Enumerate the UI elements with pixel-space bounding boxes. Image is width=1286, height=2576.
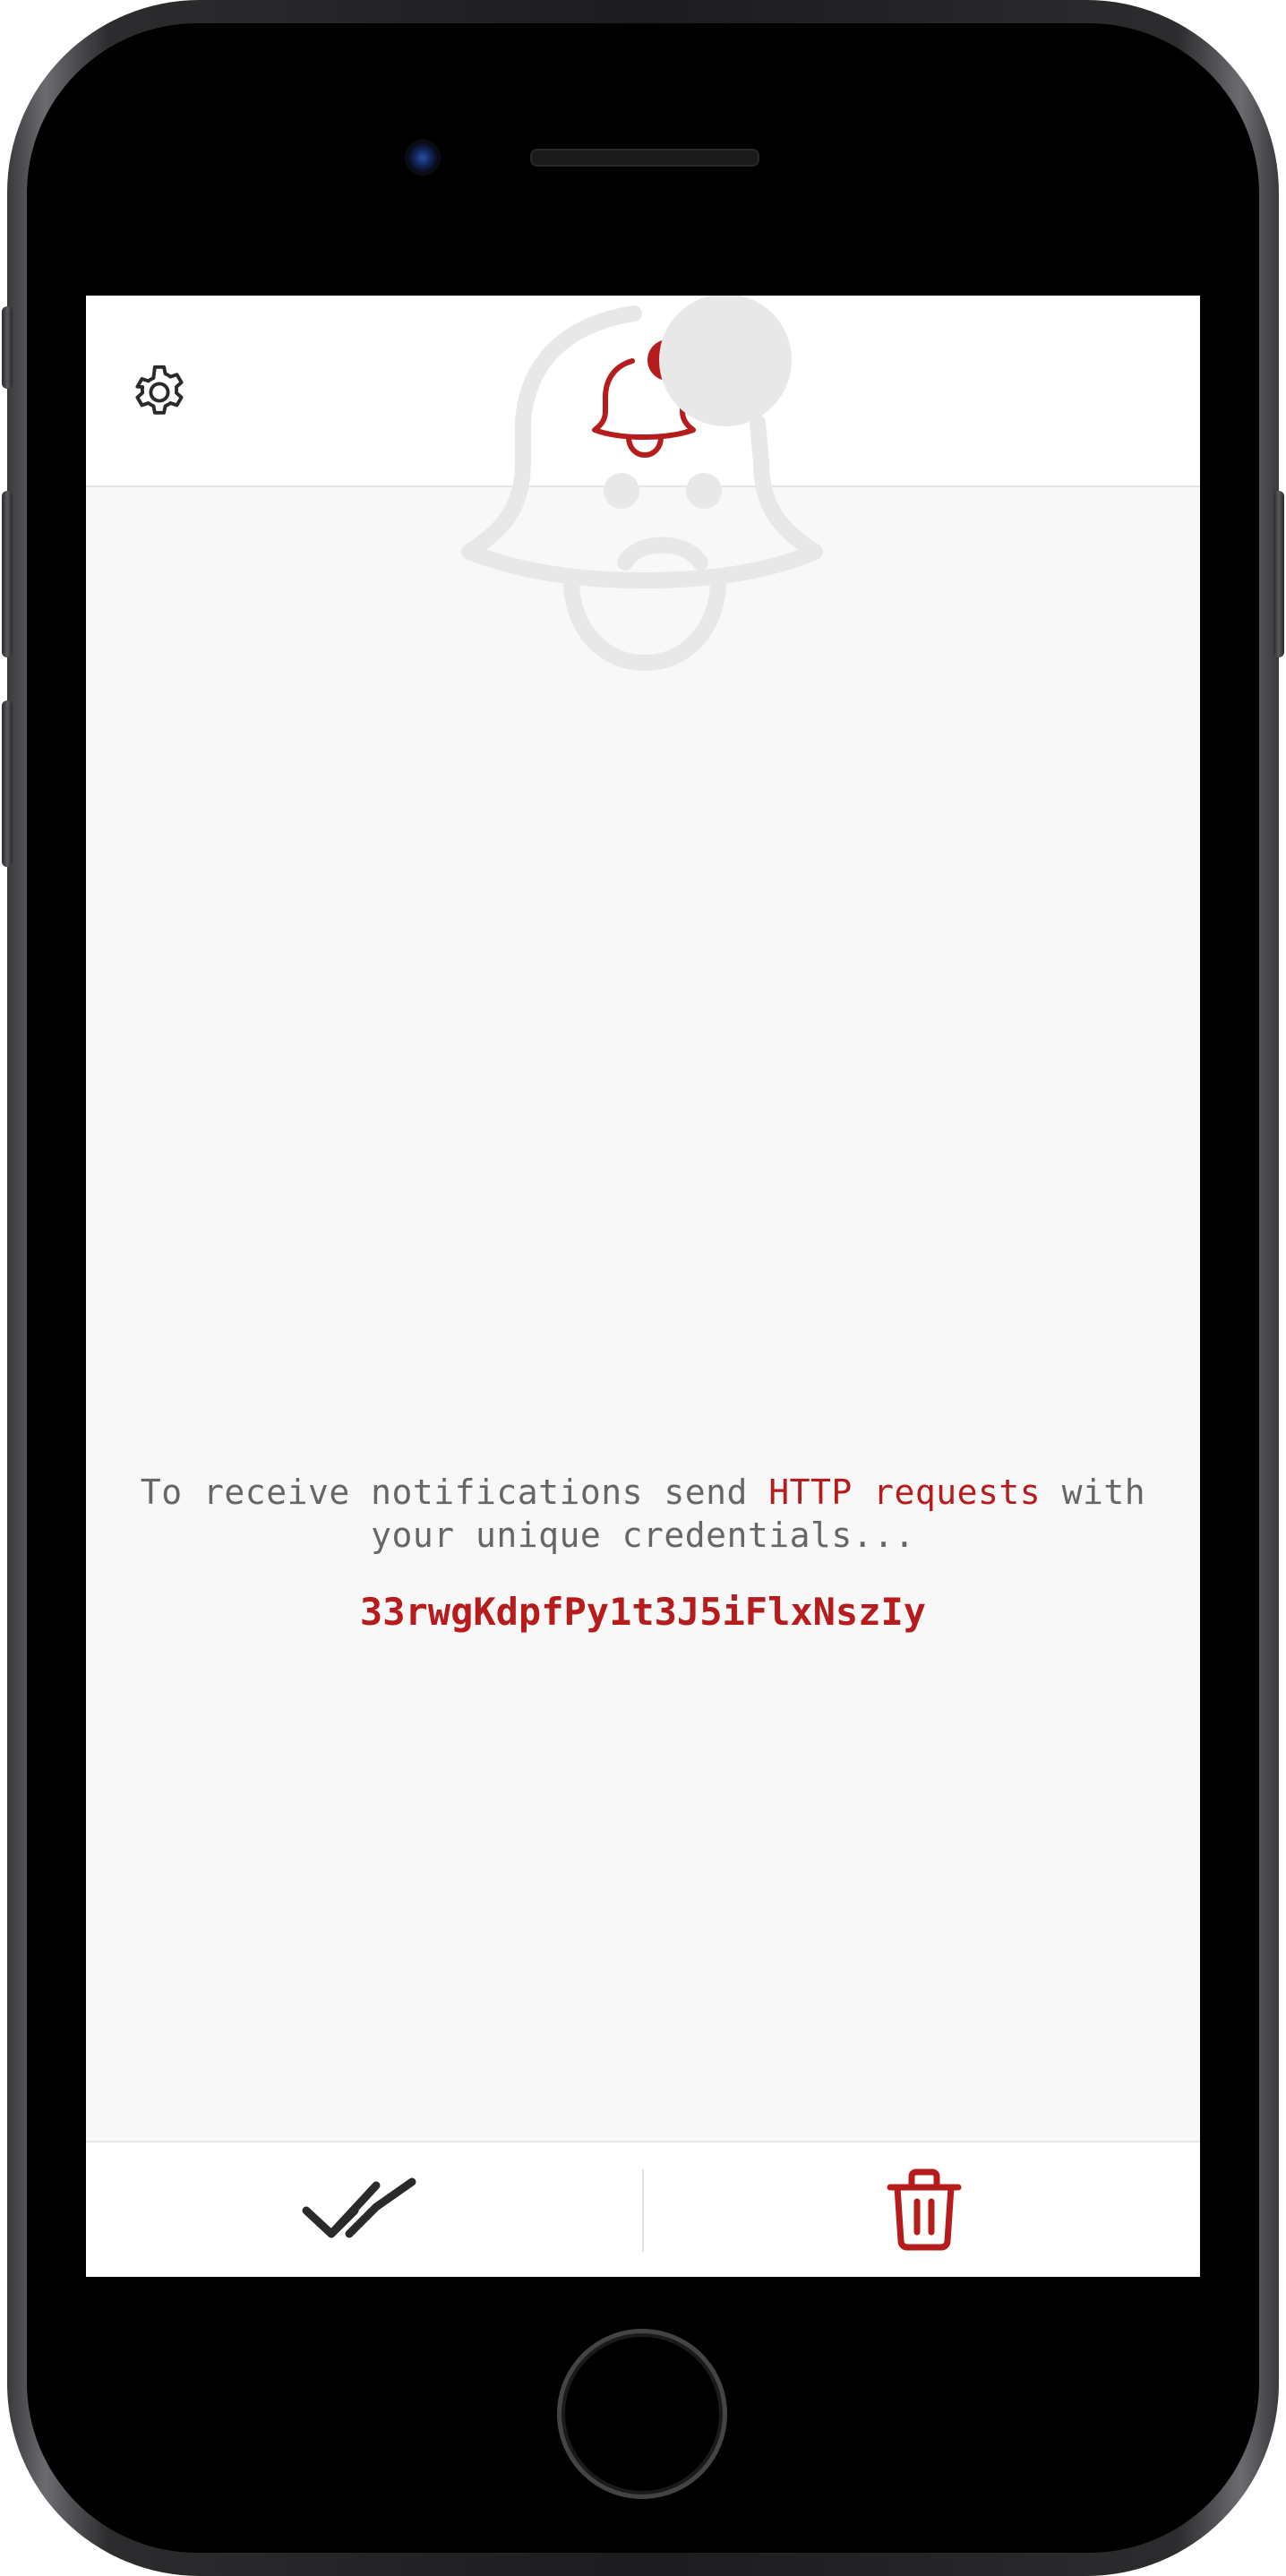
empty-state [86, 296, 1200, 2098]
volume-down-button [2, 700, 13, 867]
empty-illustration [457, 296, 833, 708]
http-requests-link[interactable]: HTTP requests [768, 1473, 1041, 1512]
double-check-icon [302, 2177, 416, 2238]
app-screen: To receive notifications send HTTP reque… [86, 296, 1200, 2277]
power-button [1273, 491, 1284, 657]
credentials-token[interactable]: 33rwgKdpfPy1t3J5iFlxNszIy [140, 1587, 1146, 1637]
delete-all-button[interactable] [879, 2164, 969, 2254]
gear-icon [135, 365, 184, 415]
hint-prefix: To receive notifications send [140, 1473, 769, 1512]
sad-bell-icon [461, 296, 823, 671]
volume-up-button [2, 491, 13, 657]
empty-hint-text: To receive notifications send HTTP reque… [140, 1471, 1146, 1557]
home-button[interactable] [557, 2329, 727, 2499]
footer-divider [642, 2169, 644, 2252]
front-camera [405, 140, 441, 176]
mark-all-read-button[interactable] [301, 2169, 426, 2250]
earpiece-speaker [530, 149, 759, 167]
phone-device: To receive notifications send HTTP reque… [0, 0, 1286, 2576]
settings-button[interactable] [127, 360, 192, 425]
trash-icon [887, 2168, 962, 2251]
mute-switch [2, 306, 13, 389]
app-footer [86, 2141, 1200, 2277]
